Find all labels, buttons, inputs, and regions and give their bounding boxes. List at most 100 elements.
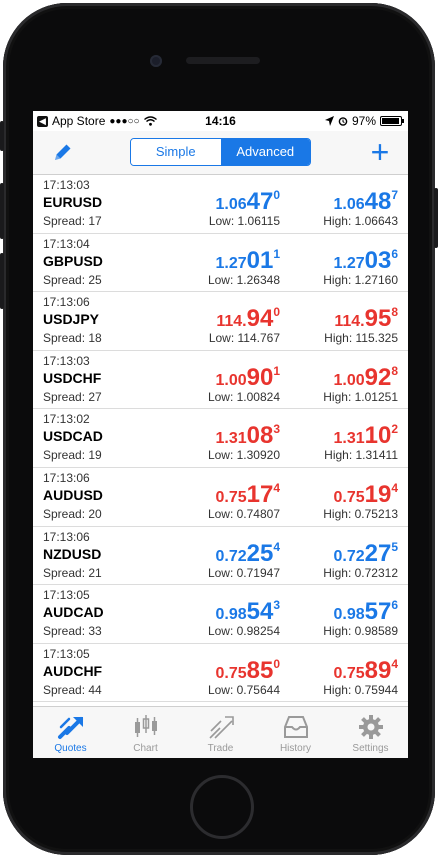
tab-bar: Quotes Chart Trade History Settings [33,706,408,758]
quote-spread: Spread: 18 [43,331,102,346]
bid-price-pips: 54 [246,598,274,626]
bid-price-fraction: 3 [273,598,280,613]
quote-row[interactable]: 17:13:05 AUDCAD Spread: 33 0.98543 0.985… [33,585,408,644]
quote-row[interactable]: 17:13:06 AUDUSD Spread: 20 0.75174 0.751… [33,468,408,527]
quote-row[interactable]: 17:13:03 EURUSD Spread: 17 1.06470 1.064… [33,175,408,234]
bid-price-pips: 25 [246,539,274,567]
ask-price[interactable]: 1.31102 [333,422,398,450]
ask-price-pips: 89 [364,656,392,684]
bid-price[interactable]: 1.27011 [215,247,280,275]
tab-trade[interactable]: Trade [183,707,258,758]
ask-price-prefix: 1.31 [333,430,365,448]
ask-price[interactable]: 0.98576 [333,598,398,626]
ask-price-prefix: 1.06 [333,196,365,213]
quote-spread: Spread: 21 [43,565,102,580]
quote-low: Low: 0.74807 [207,506,280,521]
view-mode-segmented-control[interactable]: Simple Advanced [130,138,311,166]
bid-price[interactable]: 0.98543 [215,598,280,626]
tab-quotes[interactable]: Quotes [33,707,108,758]
home-button[interactable] [190,775,254,839]
bid-price[interactable]: 0.75850 [215,657,280,685]
battery-percent: 97% [351,114,376,128]
ask-price[interactable]: 1.06487 [333,188,398,216]
screen: ◀ App Store ●●●○○ 14:16 97% Simple Advan… [33,111,408,758]
bid-price-prefix: 0.75 [215,664,247,682]
ask-price-pips: 92 [364,363,392,391]
quotes-list[interactable]: 17:13:03 EURUSD Spread: 17 1.06470 1.064… [33,175,408,706]
bid-price[interactable]: 0.72254 [215,540,280,568]
bid-price-fraction: 1 [273,363,280,378]
quote-time: 17:13:02 [43,412,90,427]
ask-price-pips: 95 [364,305,392,333]
ask-price[interactable]: 114.958 [334,305,398,333]
trade-icon [208,716,234,739]
quote-time: 17:13:06 [43,295,90,310]
quote-low: Low: 0.71947 [207,565,280,580]
bid-price-fraction: 4 [273,480,280,495]
quote-symbol: AUDCHF [43,662,103,679]
ask-price[interactable]: 1.00928 [333,364,398,392]
quote-symbol: USDJPY [43,311,100,328]
quote-symbol: NZDUSD [43,545,102,562]
quote-spread: Spread: 27 [43,389,102,404]
location-icon [324,116,334,126]
volume-up-button [0,183,4,239]
tab-label: Quotes [54,743,87,754]
quote-row[interactable]: 17:13:06 NZDUSD Spread: 21 0.72254 0.722… [33,527,408,586]
bid-price-fraction: 0 [273,188,280,202]
tab-label: Chart [133,743,158,754]
bid-price-pips: 17 [246,480,274,508]
bid-price-prefix: 1.06 [215,196,247,213]
quote-row[interactable]: 17:13:05 AUDCHF Spread: 44 0.75850 0.758… [33,644,408,703]
ask-price-prefix: 0.98 [333,606,365,624]
bid-price[interactable]: 114.940 [216,305,280,333]
bid-price-prefix: 1.27 [215,254,247,272]
ask-price-pips: 19 [364,480,392,508]
ask-price-fraction: 4 [391,656,398,671]
ask-price[interactable]: 1.27036 [333,247,398,275]
quote-low: Low: 1.06115 [208,214,280,228]
bid-price-fraction: 4 [273,539,280,554]
settings-icon [358,715,383,739]
quote-row[interactable]: 17:13:02 USDCAD Spread: 19 1.31083 1.311… [33,409,408,468]
ask-price-prefix: 1.00 [333,371,365,389]
quote-spread: Spread: 25 [43,272,102,287]
bid-price[interactable]: 1.00901 [215,364,280,392]
ask-price-fraction: 6 [391,598,398,613]
tab-settings[interactable]: Settings [333,707,408,758]
quote-spread: Spread: 44 [43,682,102,697]
bid-price[interactable]: 1.31083 [215,422,280,450]
tab-history[interactable]: History [258,707,333,758]
quote-spread: Spread: 33 [43,624,102,639]
ask-price-prefix: 0.72 [333,547,365,565]
tab-label: Settings [352,743,389,754]
add-symbol-button[interactable]: + [366,135,394,169]
bid-price-prefix: 0.75 [215,488,247,506]
ask-price[interactable]: 0.75194 [333,481,398,509]
quote-high: High: 1.27160 [323,272,398,287]
ask-price-fraction: 6 [391,246,398,261]
ask-price[interactable]: 0.75894 [333,657,398,685]
tab-chart[interactable]: Chart [108,707,183,758]
ask-price[interactable]: 0.72275 [333,540,398,568]
quote-low: Low: 1.00824 [207,389,280,404]
quote-time: 17:13:06 [43,529,90,544]
bid-price-pips: 85 [246,656,274,684]
quote-row[interactable]: 17:13:03 USDCHF Spread: 27 1.00901 1.009… [33,351,408,410]
quote-row[interactable]: 17:13:06 USDJPY Spread: 18 114.940 114.9… [33,292,408,351]
chart-icon [134,715,157,737]
ask-price-pips: 03 [364,246,392,274]
quote-spread: Spread: 17 [43,214,102,228]
segment-simple[interactable]: Simple [131,139,221,165]
edit-button[interactable] [51,140,75,164]
quote-row[interactable]: 17:13:04 GBPUSD Spread: 25 1.27011 1.270… [33,234,408,293]
bid-price[interactable]: 1.06470 [215,188,280,216]
ask-price-pips: 10 [364,422,392,450]
quote-high: High: 0.72312 [323,565,398,580]
segment-advanced[interactable]: Advanced [220,139,310,165]
bid-price-prefix: 0.72 [215,547,247,565]
bid-price[interactable]: 0.75174 [215,481,280,509]
front-camera [150,55,162,67]
ask-price-prefix: 114. [334,313,365,331]
quote-time: 17:13:05 [43,588,90,603]
